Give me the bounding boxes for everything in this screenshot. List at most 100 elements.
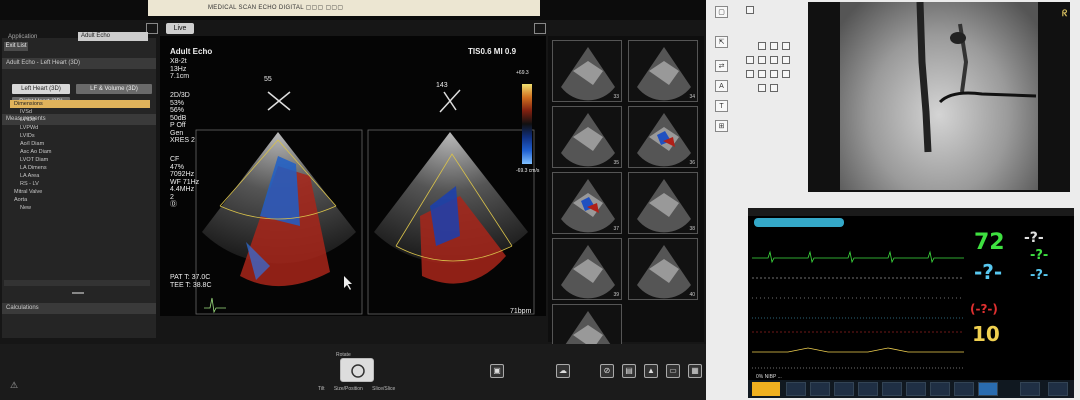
param-value-3[interactable]: -?- — [1030, 268, 1048, 283]
cloud-icon[interactable]: ☁ — [556, 364, 570, 378]
softkey[interactable] — [810, 382, 830, 396]
softkey[interactable] — [834, 382, 854, 396]
measurement-item[interactable]: Asc Ao Diam — [10, 148, 150, 156]
exit-list-tab[interactable]: Exit List — [4, 42, 28, 51]
tool-icon[interactable] — [758, 84, 766, 92]
tool-icon[interactable] — [770, 84, 778, 92]
exam-header[interactable]: Adult Echo - Left Heart (3D) — [2, 58, 156, 69]
tool-icon[interactable] — [770, 56, 778, 64]
tool-icon[interactable] — [746, 6, 754, 14]
tool-icon[interactable] — [770, 70, 778, 78]
measurement-item[interactable]: LVOT Diam — [10, 156, 150, 164]
no-entry-icon[interactable]: ⊘ — [600, 364, 614, 378]
capture-button[interactable]: ▣ — [490, 364, 504, 378]
calculations-bar[interactable] — [4, 280, 150, 286]
param-value-2[interactable]: -?- — [1030, 248, 1048, 263]
spo2-value[interactable]: -?- — [974, 260, 1002, 284]
lf-volume-button[interactable]: LF & Volume (3D) — [76, 84, 152, 94]
tool-icon[interactable] — [782, 70, 790, 78]
color-scale-max: +69.3 — [516, 70, 529, 76]
text-tool-icon[interactable]: T — [715, 100, 728, 112]
tool-icon[interactable] — [758, 70, 766, 78]
vendor-logo: ᖇ — [1062, 8, 1068, 18]
image-thumbnail[interactable]: 33 — [552, 40, 622, 102]
softkey[interactable] — [786, 382, 806, 396]
measurement-item[interactable]: LA Dimens — [10, 164, 150, 172]
waveforms — [752, 250, 964, 369]
tool-icon[interactable] — [746, 56, 754, 64]
split-toolbar: ▢ ⇱ ⇄ A T ⊞ — [706, 0, 736, 400]
heart-rate-readout: 71bpm — [510, 308, 532, 315]
image-thumbnail[interactable]: 37 — [552, 172, 622, 234]
probe-params: X8-2t 13Hz 7.1cm — [170, 58, 190, 80]
orientation-marker-right — [439, 89, 461, 113]
expand-icon[interactable]: ⇱ — [715, 36, 728, 48]
measurement-item[interactable]: New — [10, 204, 150, 212]
grid-icon[interactable]: ⊞ — [715, 120, 728, 132]
tool-icon[interactable] — [758, 56, 766, 64]
ultrasound-viewer[interactable]: Adult Echo X8-2t 13Hz 7.1cm 2D/3D 53% 56… — [160, 36, 546, 316]
measurement-item[interactable]: Ao/I Diam — [10, 140, 150, 148]
measurement-item[interactable]: LVIDd — [10, 116, 150, 124]
softkey-alarm[interactable] — [752, 382, 780, 396]
calculations-header[interactable]: Calculations — [2, 303, 156, 314]
resp-waveform — [752, 347, 964, 353]
measurement-item[interactable]: RS - LV — [10, 180, 150, 188]
softkey[interactable] — [882, 382, 902, 396]
image-thumbnail[interactable]: 39 — [552, 238, 622, 300]
thumbnail-number: 34 — [689, 94, 695, 100]
text-annotation-icon[interactable]: A — [715, 80, 728, 92]
softkey[interactable] — [906, 382, 926, 396]
thumbnail-number: 39 — [613, 292, 619, 298]
measurement-item[interactable]: Aorta — [10, 196, 150, 204]
fluoroscopy-viewport[interactable] — [808, 1, 1070, 192]
param-value-1[interactable]: -?- — [1024, 230, 1044, 246]
orientation-marker-left — [267, 91, 291, 111]
window-icon-tool[interactable]: ▢ — [715, 6, 728, 18]
rotate-control[interactable] — [340, 358, 374, 382]
left-heart-button[interactable]: Left Heart (3D) — [12, 84, 70, 94]
alarm-banner[interactable] — [754, 218, 844, 227]
image-thumbnail[interactable]: 38 — [628, 172, 698, 234]
image-thumbnail[interactable]: 34 — [628, 40, 698, 102]
softkey[interactable] — [930, 382, 950, 396]
application-select[interactable]: Adult Echo — [78, 32, 148, 41]
patient-monitor: 72 -?- -?- -?- -?- (-?-) 10 0% NIBP ... — [748, 208, 1074, 398]
resp-rate-value[interactable]: 10 — [972, 322, 1000, 346]
image-thumbnail[interactable]: 40 — [628, 238, 698, 300]
view-control-labels: Tilt Size/Position Slice/Slice — [318, 386, 396, 392]
measurement-item[interactable]: Dimensions — [10, 100, 150, 108]
angle-right-label: 143 — [436, 82, 448, 89]
mountain-icon[interactable]: ▲ — [644, 364, 658, 378]
swap-icon[interactable]: ⇄ — [715, 60, 728, 72]
softkey[interactable] — [858, 382, 878, 396]
temperature-readout: PAT T: 37.0C TEE T: 38.8C — [170, 274, 212, 289]
measurement-scrollbar[interactable] — [72, 292, 84, 294]
measurement-item[interactable]: LVPWd — [10, 124, 150, 132]
fluoroscopy-toolbar — [746, 6, 806, 96]
viewer-expand-button[interactable] — [534, 23, 546, 34]
tool-icon[interactable] — [782, 42, 790, 50]
tool-icon[interactable] — [782, 56, 790, 64]
heart-rate-value[interactable]: 72 — [974, 230, 1005, 255]
measurement-item[interactable]: IVSd — [10, 108, 150, 116]
warning-icon[interactable]: ⚠ — [10, 380, 18, 391]
image-thumbnail[interactable]: 36 — [628, 106, 698, 168]
softkey-selected[interactable] — [978, 382, 998, 396]
image-icon[interactable]: ▤ — [622, 364, 636, 378]
export-icon[interactable]: ▦ — [688, 364, 702, 378]
image-thumbnail[interactable]: 35 — [552, 106, 622, 168]
softkey[interactable] — [1020, 382, 1040, 396]
measurement-item[interactable]: Mitral Valve — [10, 188, 150, 196]
thumbnail-number: 35 — [613, 160, 619, 166]
softkey[interactable] — [1048, 382, 1068, 396]
tool-icon[interactable] — [770, 42, 778, 50]
nibp-value[interactable]: (-?-) — [970, 302, 998, 316]
tab-live[interactable]: Live — [166, 23, 194, 34]
window-icon[interactable]: ▭ — [666, 364, 680, 378]
tool-icon[interactable] — [746, 70, 754, 78]
measurement-item[interactable]: LVIDs — [10, 132, 150, 140]
measurement-item[interactable]: LA Area — [10, 172, 150, 180]
softkey[interactable] — [954, 382, 974, 396]
tool-icon[interactable] — [758, 42, 766, 50]
